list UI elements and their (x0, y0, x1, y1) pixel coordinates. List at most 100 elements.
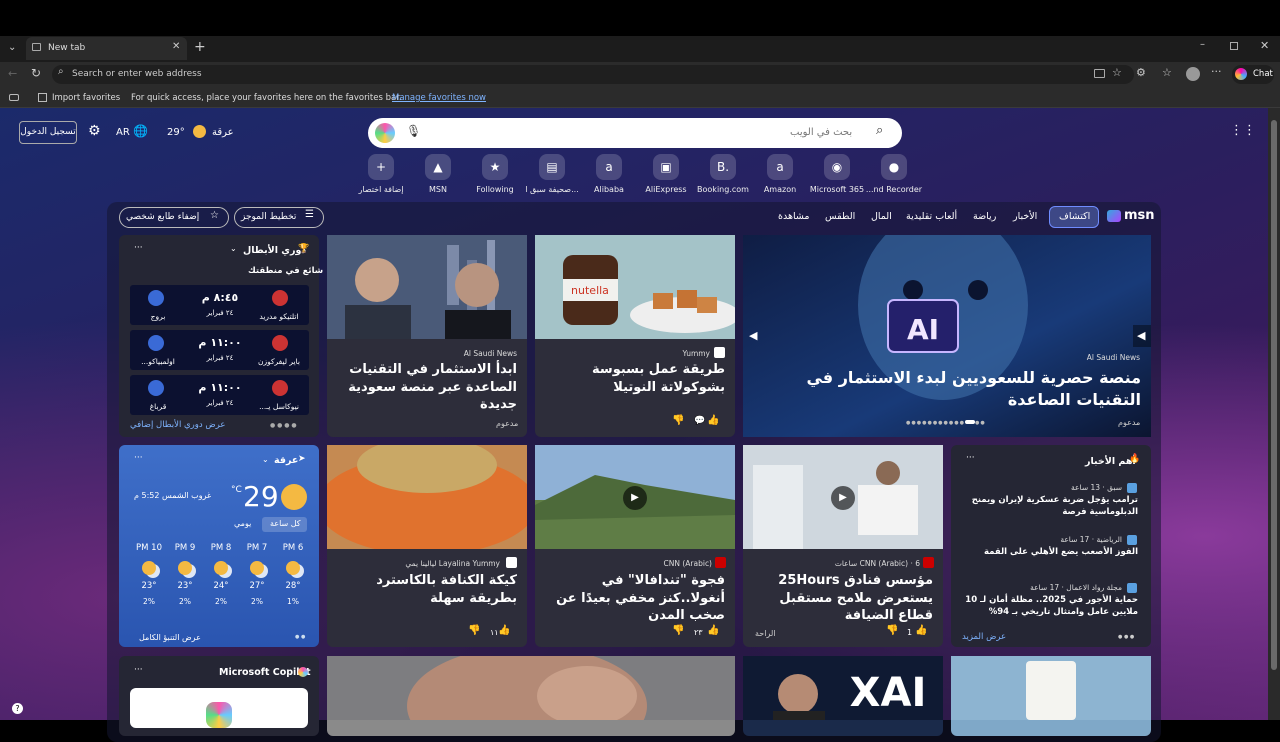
quick-link-1[interactable]: ▲ MSN (408, 154, 468, 194)
top-news-pager-dots[interactable]: ● ● ● (1118, 634, 1134, 640)
settings-gear-icon[interactable]: ⚙ (88, 124, 101, 138)
nav-games[interactable]: ألعاب تقليدية (906, 211, 957, 222)
card3-source-logo (506, 557, 517, 568)
card5-play-icon[interactable]: ▶ (831, 486, 855, 510)
quick-link-label: Booking.com (697, 185, 749, 194)
hourly-forecast[interactable]: PM 8 24° 2% (204, 543, 238, 606)
sports-more-link[interactable]: عرض دوري الأبطال إضافي (130, 420, 225, 430)
restore-icon[interactable] (1230, 42, 1238, 50)
quick-link-5[interactable]: ▣ AliExpress (636, 154, 696, 194)
hourly-forecast[interactable]: PM 9 23° 2% (168, 543, 202, 606)
favorites-icon[interactable]: ☆ (1162, 67, 1172, 78)
hourly-forecast[interactable]: PM 10 23° 2% (132, 543, 166, 606)
carousel-next-icon: ◀ (1137, 329, 1146, 342)
card4-like-icon[interactable]: 👍 (707, 626, 719, 636)
top-news-headline[interactable]: الفوز الأصعب يضع الأهلي على القمة (962, 547, 1138, 559)
profile-avatar[interactable] (1186, 67, 1200, 81)
sports-title[interactable]: دوري الأبطال (243, 245, 306, 256)
card4-like-count: ٢٣ (694, 628, 703, 637)
help-icon[interactable]: ? (12, 703, 23, 714)
card5-like-icon[interactable]: 👍 (915, 626, 927, 636)
card5-title[interactable]: مؤسس فنادق 25Hours يستعرض ملامح مستقبل ق… (753, 572, 933, 625)
signin-button[interactable]: تسجيل الدخول (19, 121, 77, 144)
hourly-forecast[interactable]: PM 6 28° 1% (276, 543, 310, 606)
sidebar-toggle-icon[interactable] (9, 94, 19, 101)
apps-grid-icon[interactable]: ⋮⋮ (1230, 124, 1256, 137)
quick-link-4[interactable]: a Alibaba (579, 154, 639, 194)
new-tab-icon[interactable]: + (194, 40, 206, 54)
close-tab-icon[interactable]: ✕ (172, 42, 180, 52)
tab-list-icon[interactable]: ⌄ (8, 43, 16, 53)
nav-money[interactable]: المال (871, 211, 892, 222)
nav-weather[interactable]: الطقس (825, 211, 855, 222)
minimize-icon[interactable]: – (1200, 40, 1205, 50)
card5-dislike-icon[interactable]: 👎 (886, 626, 898, 636)
msn-icon: ▲ (425, 154, 451, 180)
quick-link-0[interactable]: + إضافة اختصار (351, 154, 411, 194)
more-icon[interactable]: ··· (1211, 66, 1222, 77)
hourly-forecast[interactable]: PM 7 27° 2% (240, 543, 274, 606)
top-news-more-icon[interactable]: ··· (966, 454, 975, 463)
quick-link-8[interactable]: ◉ Microsoft 365 (807, 154, 867, 194)
comment-icon[interactable]: 💬 (694, 417, 705, 426)
import-favorites-link[interactable]: Import favorites (52, 93, 120, 103)
card5-tag: الراحة (755, 629, 776, 638)
copilot-logo-icon (298, 667, 308, 677)
quick-link-7[interactable]: a Amazon (750, 154, 810, 194)
card4-title[interactable]: فجوة "تندافالا" في أنغولا..كنز مخفي بعيد… (545, 572, 725, 625)
match-date: ٢٤ فبراير (206, 309, 234, 317)
weather-pager-dots[interactable]: ● ● (295, 634, 305, 640)
card3-like-icon[interactable]: 👍 (498, 626, 510, 636)
quick-link-9[interactable]: ● ...nd Recorder (864, 154, 924, 194)
weather-full-forecast[interactable]: عرض التنبؤ الكامل (139, 633, 201, 642)
card2-title[interactable]: طريقة عمل بسبوسة بشوكولاتة النوتيلا (545, 361, 725, 396)
pager-dots[interactable]: ● ● ● ● (270, 422, 297, 429)
weather-location[interactable]: عرقة (274, 455, 298, 466)
reader-icon[interactable] (1094, 69, 1105, 78)
weather-chevron-icon[interactable]: ⌄ (262, 456, 269, 464)
refresh-icon[interactable]: ↻ (31, 67, 41, 79)
nav-sports[interactable]: رياضة (973, 211, 996, 222)
card3-dislike-icon[interactable]: 👎 (468, 626, 480, 636)
card1-title[interactable]: ابدأ الاستثمار في التقنيات الصاعدة عبر م… (337, 361, 517, 414)
language-label[interactable]: AR (116, 127, 130, 138)
top-news-headline[interactable]: حماية الأجور في 2025.. مظلة أمان لـ 10 م… (962, 595, 1138, 619)
back-icon[interactable]: ← (8, 68, 17, 79)
address-bar[interactable] (52, 65, 1134, 84)
nav-news[interactable]: الأخبار (1013, 211, 1037, 222)
copilot-icon[interactable] (375, 123, 395, 143)
tab-daily-label[interactable]: يومي (234, 519, 251, 528)
weather-unit[interactable]: °C (231, 485, 242, 495)
microphone-icon[interactable]: 🎙 (406, 125, 421, 137)
top-news-headline[interactable]: ترامب يؤجل ضربة عسكرية لإيران ويمنح الدب… (962, 495, 1138, 519)
quick-link-3[interactable]: ▤ صحيفة سبق ا... (522, 154, 582, 194)
close-window-icon[interactable]: ✕ (1260, 40, 1269, 51)
scrollbar-thumb[interactable] (1271, 120, 1277, 670)
play-video-icon[interactable]: ▶ (623, 486, 647, 510)
top-location[interactable]: عرقة (212, 127, 234, 138)
home-team-logo-icon (272, 335, 288, 351)
more-options-icon[interactable]: ··· (134, 244, 143, 253)
favorite-star-icon[interactable]: ☆ (1112, 67, 1122, 78)
card3-title[interactable]: كيكة الكنافة بالكاسترد بطريقة سهلة (337, 572, 517, 607)
extensions-icon[interactable]: ⚙ (1136, 67, 1146, 78)
dislike-icon[interactable]: 👎 (672, 416, 684, 426)
weather-more-icon[interactable]: ··· (134, 454, 143, 463)
hero-title[interactable]: منصة حصرية للسعوديين لبدء الاستثمار في ا… (770, 367, 1141, 410)
hero-source: Al Saudi News (1086, 353, 1140, 362)
quick-link-2[interactable]: ★ Following (465, 154, 525, 194)
quick-link-6[interactable]: B. Booking.com (693, 154, 753, 194)
carousel-prev-icon[interactable]: ◀ (749, 330, 757, 341)
like-icon[interactable]: 👍 (707, 416, 719, 426)
manage-favorites-link[interactable]: Manage favorites now (392, 93, 486, 103)
nav-watch[interactable]: مشاهدة (778, 211, 809, 222)
msn-brand[interactable]: msn (1124, 208, 1155, 223)
hero-carousel-dots[interactable]: ●●●●●●●●●●● ●● (906, 420, 986, 426)
top-news-more-link[interactable]: عرض المزيد (962, 632, 1006, 642)
top-temperature[interactable]: 29° (167, 127, 185, 138)
chevron-down-icon[interactable]: ⌄ (230, 245, 237, 253)
top-news-source: مجلة رواد الاعمال · 17 ساعة (1030, 583, 1122, 592)
card4-dislike-icon[interactable]: 👎 (672, 626, 684, 636)
copilot-more-icon[interactable]: ··· (134, 666, 143, 675)
search-magnifier-icon[interactable]: ⌕ (876, 124, 883, 137)
